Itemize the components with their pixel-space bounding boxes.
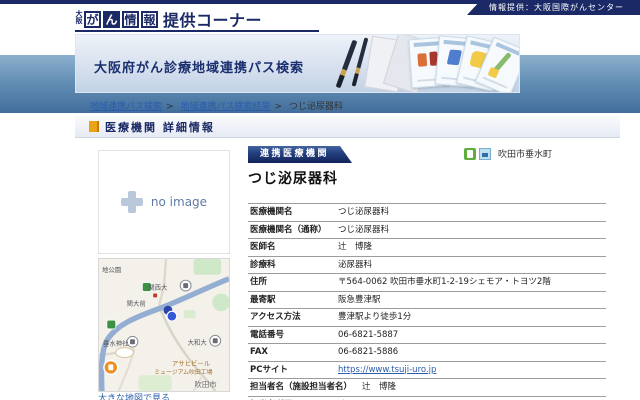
map-label-university: 関西大 — [148, 283, 168, 292]
row-label: PCサイト — [250, 366, 338, 376]
row-value: 辻 博隆 — [338, 243, 372, 253]
map-label-station: 関大前 — [127, 298, 147, 307]
map-park-area — [194, 259, 222, 275]
area-label: 吹田市垂水町 — [498, 147, 552, 160]
header-divider — [75, 30, 319, 32]
row-value: つじ泌尿器科 — [338, 226, 389, 236]
map-label-poi: アサヒビール — [172, 358, 211, 367]
row-label: 住所 — [250, 278, 338, 288]
site-logo[interactable]: 大阪 が ん 情 報 提供コーナー — [75, 7, 262, 31]
logo-box-char: ん — [103, 11, 120, 28]
logo-region-text: 大阪 — [75, 10, 82, 28]
metro-glyph — [108, 364, 113, 370]
map-label-park: 地公園 — [102, 265, 121, 274]
table-row: 最寄駅 阪急豊津駅 — [248, 291, 606, 309]
section-heading: 医療機関 詳細情報 — [105, 119, 215, 135]
map-label-university: 大和大 — [188, 338, 208, 347]
poi-glyph — [183, 283, 188, 288]
table-row: 診療科 泌尿器科 — [248, 256, 606, 274]
table-row: 担当者名（施設担当者名） 辻 博隆 — [248, 378, 606, 396]
row-value: 06-6821-5886 — [338, 348, 398, 358]
row-label: 医療機関名（通称） — [250, 226, 338, 236]
facility-type-ribbon: 連携医療機関 — [248, 146, 352, 163]
banner-title: 大阪府がん診療地域連携パス検索 — [94, 57, 304, 76]
row-value: 辻 博隆 — [362, 383, 396, 393]
facility-detail-table: 医療機関名 つじ泌尿器科 医療機関名（通称） つじ泌尿器科 医師名 辻 博隆 診… — [248, 203, 606, 400]
table-row: 担当者所属 院長 — [248, 396, 606, 400]
logo-suffix-text: 提供コーナー — [163, 7, 262, 31]
section-heading-bar: 医療機関 詳細情報 — [75, 116, 620, 138]
row-value: 06-6821-5887 — [338, 331, 398, 341]
breadcrumb: 地域連携パス検索 > 地域連携パス検索結果 > つじ泌尿器科 — [90, 99, 343, 112]
provider-note: 情報提供：大阪国際がんセンター — [467, 0, 640, 15]
banner-artwork — [334, 35, 520, 93]
row-value: 〒564-0062 吹田市垂水町1-2-19シェモア・トヨツ2階 — [338, 278, 551, 288]
table-row: PCサイト https://www.tsuji-uro.jp — [248, 361, 606, 379]
area-info: 吹田市垂水町 — [464, 147, 552, 160]
breadcrumb-separator: > — [166, 102, 174, 112]
row-label: FAX — [250, 348, 338, 358]
map-park-area — [184, 310, 196, 318]
row-label: 最寄駅 — [250, 296, 338, 306]
page: 情報提供：大阪国際がんセンター 大阪 が ん 情 報 提供コーナー 大阪府がん診… — [0, 0, 640, 400]
poi-glyph — [213, 338, 218, 343]
row-value[interactable]: https://www.tsuji-uro.jp — [338, 366, 436, 376]
breadcrumb-separator: > — [274, 102, 282, 112]
medical-cross-icon — [121, 191, 143, 213]
station-marker-icon — [153, 293, 157, 297]
row-label: アクセス方法 — [250, 313, 338, 323]
table-row: 住所 〒564-0062 吹田市垂水町1-2-19シェモア・トヨツ2階 — [248, 273, 606, 291]
logo-box-char: 報 — [141, 11, 158, 28]
row-value: 阪急豊津駅 — [338, 296, 381, 306]
table-row: FAX 06-6821-5886 — [248, 343, 606, 361]
service-banner: 大阪府がん診療地域連携パス検索 — [75, 34, 520, 93]
gold-square-icon — [89, 121, 99, 132]
table-row: 医療機関名 つじ泌尿器科 — [248, 203, 606, 221]
map-label-shrine: 垂水神社 — [103, 339, 129, 348]
map-label-city: 吹田市 — [195, 380, 217, 389]
row-label: 医師名 — [250, 243, 338, 253]
logo-box-char: が — [84, 11, 101, 28]
logo-box-char: 情 — [122, 11, 139, 28]
no-image-label: no image — [151, 195, 207, 209]
facility-name-title: つじ泌尿器科 — [248, 168, 338, 188]
poi-glyph — [130, 339, 135, 344]
route-oval-badge-icon — [116, 348, 134, 358]
row-value: つじ泌尿器科 — [338, 208, 389, 218]
table-row: 電話番号 06-6821-5887 — [248, 326, 606, 344]
table-row: 医療機関名（通称） つじ泌尿器科 — [248, 221, 606, 239]
area-badge-icon-blue[interactable] — [479, 148, 491, 160]
area-badge-icon-green[interactable] — [464, 148, 476, 160]
row-label: 医療機関名 — [250, 208, 338, 218]
row-value: 泌尿器科 — [338, 261, 372, 271]
mini-map[interactable]: 地公園 関西大 関大前 垂水神社 大和大 アサヒビール ミュージアム吹田工場 吹… — [98, 258, 230, 392]
map-label-poi: ミュージアム吹田工場 — [154, 368, 212, 376]
row-label: 電話番号 — [250, 331, 338, 341]
row-label: 担当者名（施設担当者名） — [250, 383, 362, 393]
row-value: 豊津駅より徒歩1分 — [338, 313, 411, 323]
row-label: 診療科 — [250, 261, 338, 271]
large-map-link[interactable]: 大きな地図で見る — [98, 391, 170, 400]
table-row: 医師名 辻 博隆 — [248, 238, 606, 256]
breadcrumb-item[interactable]: 地域連携パス検索結果 — [180, 102, 270, 112]
destination-marker-icon — [167, 311, 177, 321]
no-image-placeholder: no image — [98, 150, 230, 254]
route-shield-icon — [107, 320, 116, 329]
table-row: アクセス方法 豊津駅より徒歩1分 — [248, 308, 606, 326]
breadcrumb-item[interactable]: 地域連携パス検索 — [90, 102, 162, 112]
map-park-area — [138, 375, 171, 391]
breadcrumb-item: つじ泌尿器科 — [289, 102, 343, 112]
